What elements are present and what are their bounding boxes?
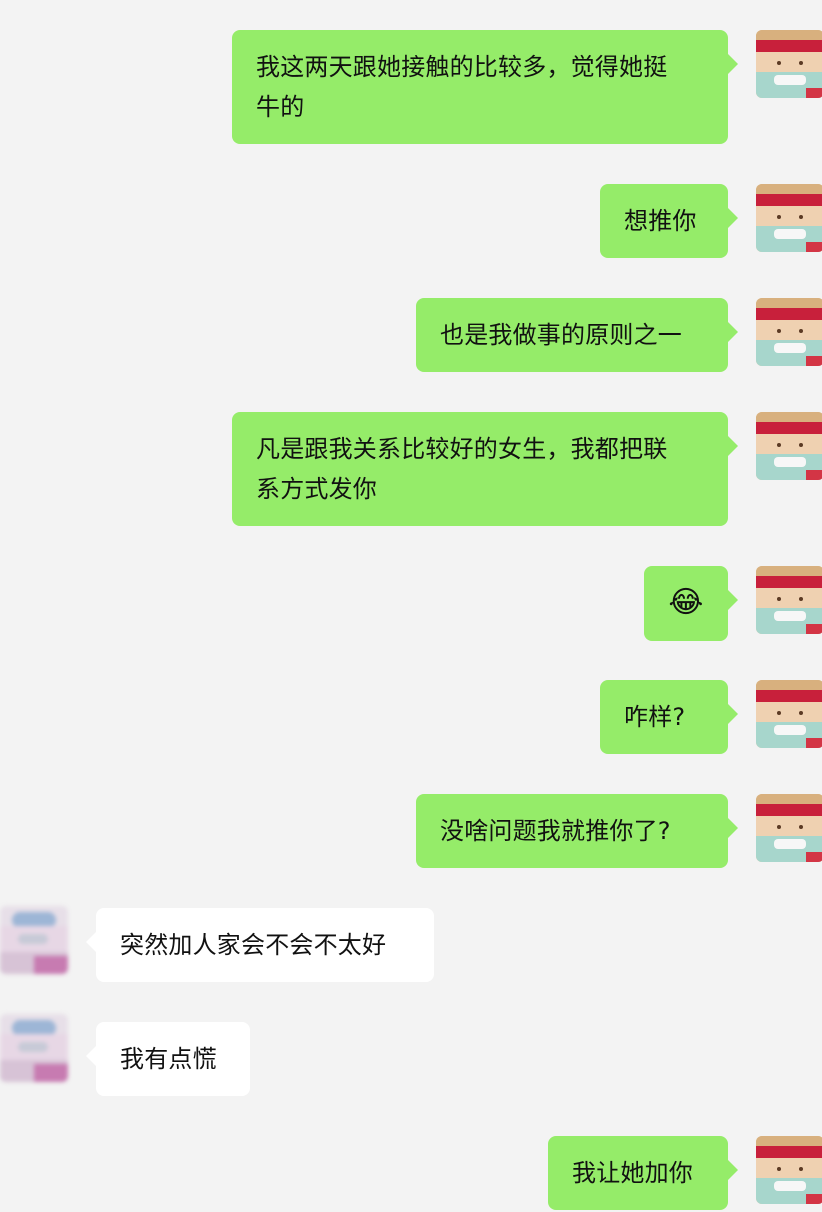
message-text: 想推你 (624, 207, 697, 235)
received-message-bubble[interactable]: 我有点慌 (86, 1022, 250, 1096)
sent-message-bubble[interactable]: 😂 (644, 566, 738, 641)
my-avatar-icon[interactable] (756, 1136, 822, 1204)
message-text: 咋样? (624, 703, 686, 731)
tears-of-joy-emoji-icon: 😂 (668, 585, 704, 620)
my-avatar-icon[interactable] (756, 298, 822, 366)
received-message-bubble[interactable]: 突然加人家会不会不太好 (86, 908, 434, 982)
sent-message-bubble[interactable]: 咋样? (600, 680, 738, 754)
sent-message-bubble[interactable]: 我让她加你 (548, 1136, 738, 1210)
my-avatar-icon[interactable] (756, 412, 822, 480)
sent-message-bubble[interactable]: 没啥问题我就推你了? (416, 794, 738, 868)
sent-message-bubble[interactable]: 凡是跟我关系比较好的女生，我都把联 系方式发你 (232, 412, 738, 526)
contact-avatar-icon[interactable] (0, 906, 68, 974)
my-avatar-icon[interactable] (756, 794, 822, 862)
message-text-line: 凡是跟我关系比较好的女生，我都把联 (256, 435, 668, 463)
my-avatar-icon[interactable] (756, 566, 822, 634)
message-text: 也是我做事的原则之一 (440, 321, 682, 349)
message-text-line: 牛的 (256, 93, 305, 121)
my-avatar-icon[interactable] (756, 30, 822, 98)
my-avatar-icon[interactable] (756, 680, 822, 748)
sent-message-bubble[interactable]: 我这两天跟她接触的比较多，觉得她挺 牛的 (232, 30, 738, 144)
message-text: 没啥问题我就推你了? (440, 817, 671, 845)
contact-avatar-icon[interactable] (0, 1014, 68, 1082)
message-text: 我有点慌 (120, 1045, 217, 1073)
message-text: 我让她加你 (572, 1159, 693, 1187)
message-text-line: 系方式发你 (256, 475, 377, 503)
sent-message-bubble[interactable]: 想推你 (600, 184, 738, 258)
my-avatar-icon[interactable] (756, 184, 822, 252)
message-text-line: 我这两天跟她接触的比较多，觉得她挺 (256, 53, 668, 81)
sent-message-bubble[interactable]: 也是我做事的原则之一 (416, 298, 738, 372)
message-text: 突然加人家会不会不太好 (120, 931, 387, 959)
